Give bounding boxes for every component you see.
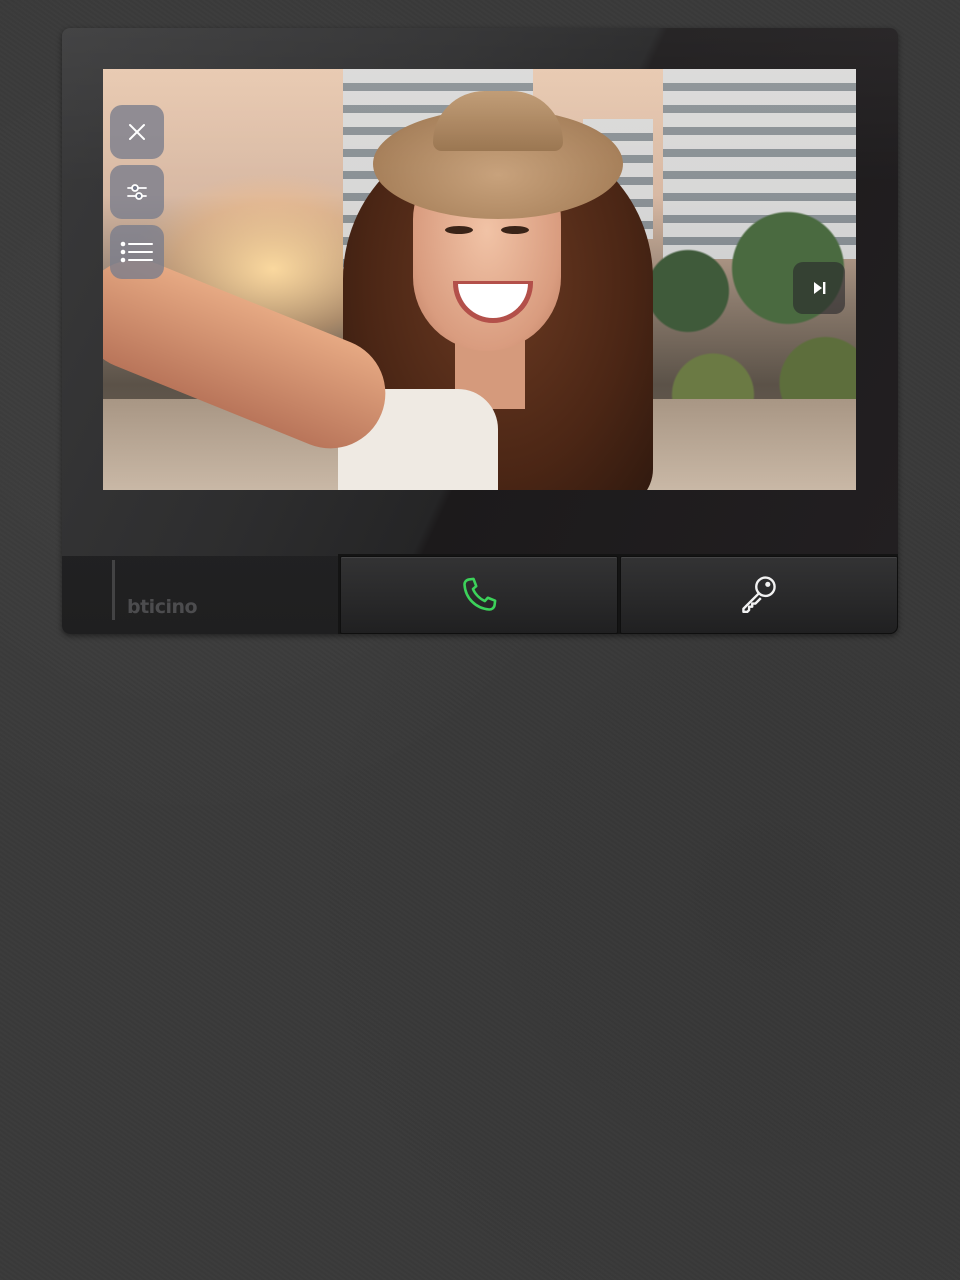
visitor-face bbox=[413, 151, 561, 351]
logo-divider bbox=[112, 560, 115, 620]
visitor-hair bbox=[343, 129, 653, 490]
visitor-eye bbox=[445, 226, 473, 234]
sliders-icon bbox=[127, 184, 147, 200]
visitor-shirt bbox=[338, 389, 498, 490]
background-building bbox=[663, 69, 856, 259]
settings-button[interactable] bbox=[110, 165, 164, 219]
skip-next-icon bbox=[814, 282, 826, 294]
phone-icon bbox=[463, 577, 497, 611]
hardware-keys bbox=[338, 554, 898, 634]
glass-front bbox=[62, 28, 898, 556]
answer-call-button[interactable] bbox=[340, 556, 618, 634]
key-icon bbox=[742, 576, 776, 614]
skip-next-button[interactable] bbox=[793, 262, 845, 314]
brand-logo: bticino bbox=[127, 596, 198, 618]
background-building bbox=[583, 119, 653, 239]
list-icon bbox=[120, 241, 153, 263]
video-feed bbox=[103, 69, 856, 490]
close-icon bbox=[129, 124, 145, 140]
background-building bbox=[343, 69, 533, 269]
visitor-smile bbox=[453, 281, 533, 323]
visitor-eye bbox=[501, 226, 529, 234]
close-button[interactable] bbox=[110, 105, 164, 159]
background-trees bbox=[613, 199, 856, 429]
visitor-neck bbox=[455, 339, 525, 409]
visitor-hat-brim bbox=[373, 109, 623, 219]
video-intercom-panel bbox=[62, 28, 898, 634]
background-street bbox=[103, 399, 856, 490]
door-unlock-button[interactable] bbox=[620, 556, 898, 634]
visitor-hat-crown bbox=[433, 91, 563, 151]
list-button[interactable] bbox=[110, 225, 164, 279]
